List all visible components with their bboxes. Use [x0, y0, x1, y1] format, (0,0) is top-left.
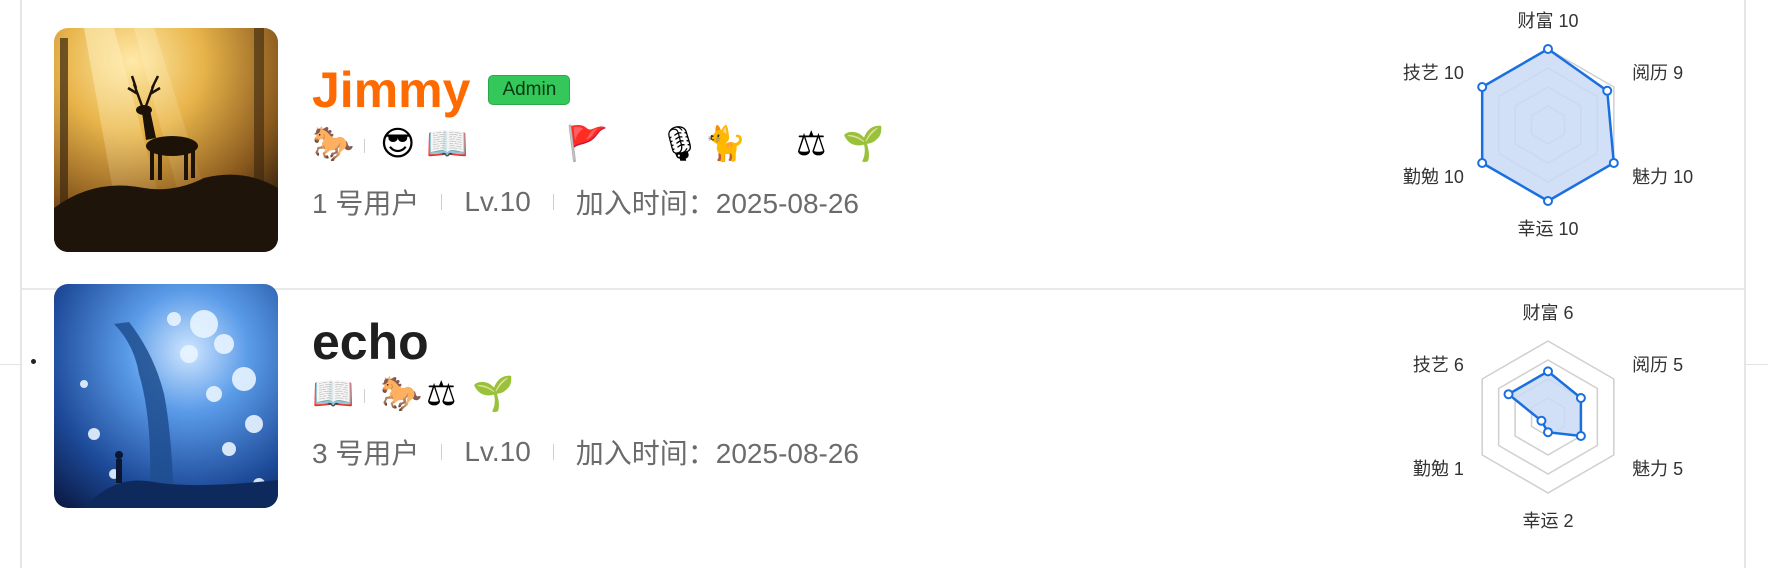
- radar-data-point[interactable]: [1543, 44, 1553, 54]
- horse-icon[interactable]: 🐎: [380, 372, 422, 416]
- user-level: Lv.10: [464, 186, 531, 217]
- user-number: 1 号用户: [312, 188, 420, 219]
- divider: [364, 389, 365, 403]
- divider: [552, 194, 554, 210]
- user-number: 3 号用户: [312, 438, 420, 469]
- user-card[interactable]: echo 📖 🐎 ⚖ 🌱 3 号用户 Lv.10 加入时间：2025-08-26…: [22, 284, 1744, 582]
- stats-radar-chart: 财富 10 阅历 9 魅力 10 幸运 10 勤勉 10 技艺 10: [1352, 0, 1744, 290]
- radar-axis-label: 幸运 10: [1517, 219, 1578, 239]
- radar-axis-label: 幸运 2: [1522, 511, 1573, 531]
- radar-svg: 财富 6 阅历 5 魅力 5 幸运 2 勤勉 1 技艺 6: [1413, 303, 1683, 531]
- user-meta: 3 号用户 Lv.10 加入时间：2025-08-26: [312, 432, 859, 472]
- radar-svg: 财富 10 阅历 9 魅力 10 幸运 10 勤勉 10 技艺 10: [1403, 11, 1693, 239]
- divider: [441, 194, 443, 210]
- avatar-image: [54, 284, 278, 508]
- radar-data-area: [1480, 47, 1616, 203]
- avatar[interactable]: [54, 28, 278, 252]
- join-date: 加入时间：2025-08-26: [575, 188, 860, 219]
- name-row: echo: [312, 312, 429, 372]
- divider: [1746, 364, 1768, 365]
- divider: [441, 444, 443, 460]
- radar-axis-label: 技艺 6: [1413, 355, 1464, 375]
- radar-data-point[interactable]: [1575, 431, 1586, 441]
- radar-axis-label: 魅力 5: [1632, 459, 1683, 479]
- avatar[interactable]: [54, 284, 278, 508]
- radar-axis-label: 勤勉 1: [1413, 459, 1464, 479]
- radar-data-point[interactable]: [1503, 389, 1514, 400]
- radar-axis-label: 阅历 9: [1632, 63, 1683, 83]
- avatar-image: [54, 28, 278, 252]
- radar-axis-label: 魅力 10: [1632, 167, 1693, 187]
- red-flag-icon[interactable]: 🚩: [566, 122, 608, 166]
- scales-icon[interactable]: ⚖: [796, 122, 826, 166]
- join-date: 加入时间：2025-08-26: [575, 438, 860, 469]
- radar-data-point[interactable]: [1477, 158, 1488, 168]
- radar-data-point[interactable]: [1543, 427, 1553, 438]
- radar-data-point[interactable]: [1543, 366, 1553, 377]
- name-row: Jimmy Admin: [312, 60, 571, 120]
- scales-icon[interactable]: ⚖: [426, 372, 456, 416]
- radar-data-point[interactable]: [1536, 415, 1547, 426]
- microphone-icon[interactable]: 🎙: [658, 122, 701, 166]
- radar-axis-label: 勤勉 10: [1403, 167, 1464, 187]
- stats-radar-chart: 财富 6 阅历 5 魅力 5 幸运 2 勤勉 1 技艺 6: [1352, 292, 1744, 582]
- user-card[interactable]: Jimmy Admin 🐎 😎 📖 🚩 🎙 🐈 ⚖ 🌱 1 号用户 Lv.10 …: [22, 0, 1744, 290]
- divider: [364, 139, 365, 153]
- radar-data-point[interactable]: [1602, 85, 1613, 96]
- open-book-icon[interactable]: 📖: [426, 122, 468, 166]
- cat-icon[interactable]: 🐈: [704, 122, 746, 166]
- seedling-icon[interactable]: 🌱: [472, 372, 514, 416]
- username[interactable]: echo: [312, 312, 429, 372]
- radar-data-area: [1506, 369, 1583, 438]
- radar-data-point[interactable]: [1608, 158, 1619, 168]
- username[interactable]: Jimmy: [312, 60, 470, 120]
- divider: [552, 444, 554, 460]
- radar-axis-label: 财富 10: [1517, 11, 1578, 31]
- radar-axis-label: 财富 6: [1522, 303, 1573, 323]
- sunglasses-face-icon[interactable]: 😎: [380, 122, 415, 166]
- seedling-icon[interactable]: 🌱: [842, 122, 884, 166]
- open-book-icon[interactable]: 📖: [312, 372, 354, 416]
- radar-axis-label: 阅历 5: [1632, 355, 1683, 375]
- admin-badge: Admin: [488, 75, 571, 105]
- horse-icon[interactable]: 🐎: [312, 122, 354, 166]
- user-meta: 1 号用户 Lv.10 加入时间：2025-08-26: [312, 182, 859, 222]
- radar-data-point[interactable]: [1543, 196, 1553, 206]
- radar-axis-label: 技艺 10: [1403, 63, 1464, 83]
- radar-data-point[interactable]: [1575, 393, 1586, 403]
- bullet-dot: [31, 359, 36, 364]
- user-level: Lv.10: [464, 436, 531, 467]
- divider: [0, 364, 22, 365]
- radar-data-point[interactable]: [1477, 82, 1488, 92]
